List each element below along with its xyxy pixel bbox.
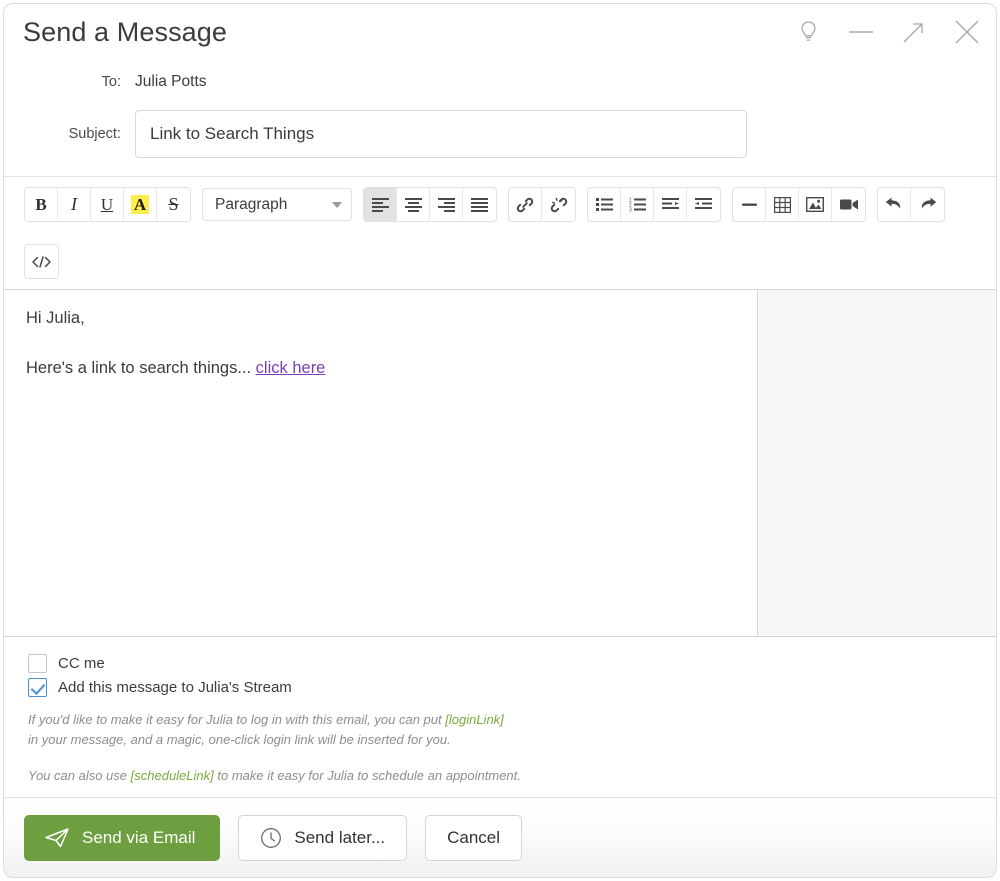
hint-text-3a: You can also use (28, 767, 131, 783)
undo-icon[interactable] (878, 188, 911, 221)
align-right-button[interactable] (430, 188, 463, 221)
bold-button[interactable]: B (25, 188, 58, 221)
bullet-list-icon[interactable] (588, 188, 621, 221)
paragraph-style-dropdown[interactable]: Paragraph (202, 188, 352, 221)
minimize-icon[interactable] (846, 16, 876, 48)
highlight-label: A (130, 195, 150, 214)
message-fields: To: Julia Potts Subject: (4, 66, 996, 176)
add-to-stream-checkbox[interactable] (28, 677, 47, 697)
chevron-down-icon (332, 201, 342, 208)
underline-button[interactable]: U (91, 188, 124, 221)
subject-label: Subject: (68, 126, 121, 142)
schedule-link-token: [scheduleLink] (130, 767, 214, 783)
indent-icon[interactable] (654, 188, 687, 221)
page-title: Send a Message (23, 17, 228, 47)
body-text: Here's a link to search things... (26, 358, 256, 377)
action-bar: Send via Email Send later... Cancel (4, 797, 996, 877)
message-body[interactable]: Hi Julia, Here's a link to search things… (4, 290, 758, 637)
greeting-line: Hi Julia, (26, 309, 85, 327)
history-group (877, 187, 945, 222)
send-later-label: Send later... (294, 827, 386, 847)
cc-me-checkbox[interactable] (28, 653, 47, 673)
send-via-email-label: Send via Email (82, 827, 196, 847)
lightbulb-icon[interactable] (793, 16, 823, 48)
hint-text-3b: to make it easy for Julia to schedule an… (213, 767, 521, 783)
formatting-toolbar: B I U A S Paragraph 1 2 3 (4, 176, 996, 289)
strikethrough-button[interactable]: S (157, 188, 190, 221)
message-options: CC me Add this message to Julia's Stream… (4, 637, 996, 797)
hint-line-3: You can also use [scheduleLink] to make … (28, 766, 996, 785)
outdent-icon[interactable] (687, 188, 720, 221)
list-group: 1 2 3 (587, 187, 721, 222)
alignment-group (363, 187, 497, 222)
login-link-hint: If you'd like to make it easy for Julia … (28, 710, 996, 785)
subject-input[interactable] (135, 110, 747, 158)
send-via-email-button[interactable]: Send via Email (24, 814, 221, 861)
paragraph-style-value: Paragraph (215, 195, 288, 213)
close-icon[interactable] (952, 16, 982, 48)
cancel-label: Cancel (447, 827, 501, 847)
image-icon[interactable] (799, 188, 832, 221)
body-line: Here's a link to search things... click … (26, 357, 737, 381)
add-to-stream-row[interactable]: Add this message to Julia's Stream (28, 675, 996, 699)
unlink-icon[interactable] (542, 188, 575, 221)
editor-side-panel (758, 290, 996, 637)
send-message-window: Send a Message To: Julia Potts Subject: … (3, 3, 997, 878)
to-row: To: Julia Potts (4, 66, 996, 98)
hint-line-2: in your message, and a magic, one-click … (28, 731, 451, 747)
send-later-button[interactable]: Send later... (238, 814, 408, 861)
hint-line-1: If you'd like to make it easy for Julia … (28, 710, 996, 729)
cancel-button[interactable]: Cancel (425, 814, 523, 861)
cc-me-label: CC me (58, 654, 105, 672)
cc-me-row[interactable]: CC me (28, 651, 996, 675)
redo-icon[interactable] (911, 188, 944, 221)
link-icon[interactable] (509, 188, 542, 221)
highlight-button[interactable]: A (124, 188, 157, 221)
align-center-button[interactable] (397, 188, 430, 221)
source-group (24, 244, 59, 279)
clock-icon (261, 827, 282, 848)
code-view-icon[interactable] (25, 245, 58, 278)
title-bar: Send a Message (4, 4, 996, 66)
to-value[interactable]: Julia Potts (135, 73, 207, 91)
horizontal-rule-icon[interactable] (733, 188, 766, 221)
window-controls (793, 16, 982, 48)
link-group (508, 187, 576, 222)
to-label: To: (101, 74, 121, 90)
video-icon[interactable] (832, 188, 865, 221)
insert-group (732, 187, 866, 222)
table-icon[interactable] (766, 188, 799, 221)
subject-row: Subject: (4, 110, 996, 158)
text-style-group: B I U A S (24, 187, 191, 222)
align-left-button[interactable] (364, 188, 397, 221)
align-justify-button[interactable] (463, 188, 496, 221)
paper-plane-icon (45, 827, 69, 847)
login-link-token: [loginLink] (445, 712, 504, 728)
message-editor-area: Hi Julia, Here's a link to search things… (4, 289, 996, 638)
click-here-link[interactable]: click here (256, 359, 326, 377)
numbered-list-icon[interactable]: 1 2 3 (621, 188, 654, 221)
hint-text-1: If you'd like to make it easy for Julia … (28, 712, 446, 728)
svg-text:3: 3 (629, 208, 632, 213)
add-to-stream-label: Add this message to Julia's Stream (58, 678, 292, 696)
collapse-icon[interactable] (899, 16, 929, 48)
italic-button[interactable]: I (58, 188, 91, 221)
